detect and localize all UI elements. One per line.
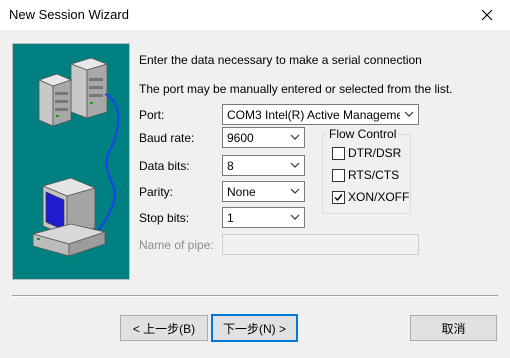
stop-bits-label: Stop bits: xyxy=(139,211,190,225)
data-bits-label: Data bits: xyxy=(139,159,190,173)
serial-cable xyxy=(94,93,120,235)
port-select[interactable]: COM3 Intel(R) Active Management Technolo… xyxy=(222,104,419,125)
dtr-dsr-label: DTR/DSR xyxy=(348,146,402,160)
window-title: New Session Wizard xyxy=(9,7,129,22)
stop-bits-value: 1 xyxy=(227,211,234,225)
computers-cable-illustration xyxy=(31,57,120,257)
parity-select[interactable]: None xyxy=(222,181,305,202)
checkmark-icon xyxy=(334,193,343,201)
chevron-down-icon xyxy=(290,134,300,140)
port-value: COM3 Intel(R) Active Management Technolo… xyxy=(227,108,400,122)
serial-connection-illustration xyxy=(12,43,130,280)
xon-xoff-label: XON/XOFF xyxy=(348,190,410,204)
next-button[interactable]: 下一步(N) > xyxy=(211,314,298,342)
pipe-name-label: Name of pipe: xyxy=(139,238,214,252)
parity-value: None xyxy=(227,185,256,199)
computer-icon xyxy=(31,177,107,257)
parity-label: Parity: xyxy=(139,185,174,199)
server-icon xyxy=(37,57,109,127)
data-bits-select[interactable]: 8 xyxy=(222,155,305,176)
baud-rate-value: 9600 xyxy=(227,131,254,145)
dtr-dsr-checkbox[interactable]: DTR/DSR xyxy=(332,145,401,161)
checkbox-box[interactable] xyxy=(332,190,345,204)
chevron-down-icon xyxy=(290,188,300,194)
title-bar: New Session Wizard xyxy=(0,0,510,30)
chevron-down-icon xyxy=(290,162,300,168)
checkbox-box[interactable] xyxy=(332,168,345,182)
footer-divider-highlight xyxy=(12,296,498,297)
rts-cts-checkbox[interactable]: RTS/CTS xyxy=(332,167,399,183)
rts-cts-label: RTS/CTS xyxy=(348,168,400,182)
intro-text-2: The port may be manually entered or sele… xyxy=(139,82,453,96)
checkbox-box[interactable] xyxy=(332,146,345,160)
baud-rate-combo[interactable]: 9600 xyxy=(222,127,305,148)
xon-xoff-checkbox[interactable]: XON/XOFF xyxy=(332,189,409,205)
port-label: Port: xyxy=(139,108,165,122)
stop-bits-select[interactable]: 1 xyxy=(222,207,305,228)
flow-control-legend: Flow Control xyxy=(327,127,399,141)
chevron-down-icon xyxy=(290,214,300,220)
close-icon xyxy=(481,9,493,21)
cancel-button[interactable]: 取消 xyxy=(410,315,497,341)
chevron-down-icon xyxy=(404,111,414,117)
back-button[interactable]: < 上一步(B) xyxy=(120,315,208,341)
baud-rate-label: Baud rate: xyxy=(139,131,195,145)
data-bits-value: 8 xyxy=(227,159,234,173)
intro-text-1: Enter the data necessary to make a seria… xyxy=(139,53,422,67)
close-button[interactable] xyxy=(464,0,510,30)
new-session-wizard-window: New Session Wizard Enter the data necess… xyxy=(0,0,510,358)
pipe-name-input xyxy=(222,234,419,255)
